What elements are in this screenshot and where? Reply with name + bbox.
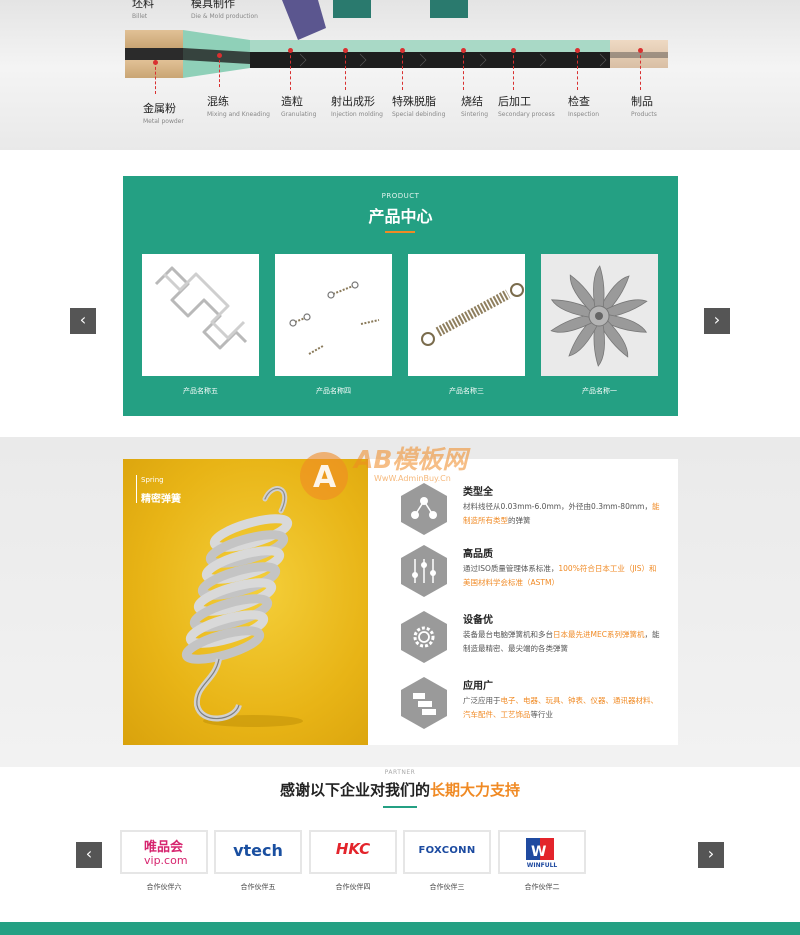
partner-name-5[interactable]: 合作伙伴五: [214, 882, 302, 892]
partners-next-button[interactable]: ›: [698, 842, 724, 868]
partners-section: PARTNER 感谢以下企业对我们的长期大力支持 ‹ › 唯品会 vip.com…: [0, 767, 800, 922]
product-card-4[interactable]: [275, 254, 392, 376]
partner-name-2[interactable]: 合作伙伴二: [498, 882, 586, 892]
process-step-products: 制品 Products: [631, 95, 657, 118]
footer-strip: [0, 922, 800, 935]
feature-applications-desc: 广泛应用于电子、电器、玩具、钟表、仪器、通讯器材料、汽车配件、工艺饰品等行业: [463, 696, 658, 719]
process-step-metal-powder: 金属粉 Metal powder: [143, 102, 184, 125]
products-title: 产品中心: [368, 207, 433, 226]
process-step-granulating: 造粒 Granulating: [281, 95, 317, 118]
feature-equipment-title: 设备优: [463, 615, 493, 626]
feature-equipment-desc: 装备最台电脑弹簧机和多台日本最先进MEC系列弹簧机，能制造最精密、最尖端的各类弹…: [463, 630, 660, 653]
product-card-1[interactable]: [541, 254, 658, 376]
partners-prev-button[interactable]: ‹: [76, 842, 102, 868]
blocks-icon: [401, 677, 447, 729]
product-card-5[interactable]: [142, 254, 259, 376]
feature-types-title: 类型全: [463, 487, 493, 498]
product-name-5[interactable]: 产品名称五: [142, 386, 259, 396]
sliders-icon: [401, 545, 447, 597]
spring-banner-en: Spring: [141, 476, 164, 484]
top-label-mold: 模具制作 Die & Mold production: [191, 0, 258, 20]
small-springs-image: [289, 281, 380, 355]
feature-quality-desc: 通过ISO质量管理体系标准，100%符合日本工业（JIS）和美国材料学会标准（A…: [463, 564, 657, 587]
network-icon: [401, 483, 447, 535]
product-card-3[interactable]: [408, 254, 525, 376]
svg-text:W: W: [531, 844, 546, 860]
feature-applications-title: 应用广: [463, 681, 493, 692]
process-step-injection: 射出成形 Injection molding: [331, 95, 383, 118]
product-name-1[interactable]: 产品名称一: [541, 386, 658, 396]
process-banner: 坯料 Billet 模具制作 Die & Mold production 金属粉…: [0, 0, 800, 150]
spring-banner: Spring 精密弹簧: [123, 459, 368, 745]
process-flow-graphic: [125, 0, 668, 78]
products-panel: PRODUCT 产品中心 产品名称五 产品名称四 产品名称三 产品名称一: [123, 176, 678, 416]
partner-logo-foxconn[interactable]: FOXCONN: [403, 830, 491, 874]
features-panel: Spring 精密弹簧 类型全 材料线径从0.03mm-6.0mm，外径由0.3…: [123, 459, 678, 745]
process-step-debinding: 特殊脱脂 Special debinding: [392, 95, 446, 118]
products-title-underline: [385, 231, 415, 233]
top-label-billet: 坯料 Billet: [132, 0, 154, 20]
spring-banner-cn: 精密弹簧: [141, 494, 181, 505]
features-section: Spring 精密弹簧 类型全 材料线径从0.03mm-6.0mm，外径由0.3…: [0, 437, 800, 767]
gear-icon: [401, 611, 447, 663]
feature-quality-title: 高品质: [463, 549, 493, 560]
turbine-wheel-image: [550, 265, 648, 367]
products-section: PRODUCT 产品中心 产品名称五 产品名称四 产品名称三 产品名称一 ‹ ›: [0, 150, 800, 437]
extension-spring-image: [421, 283, 524, 346]
zigzag-wire-image: [154, 266, 248, 350]
partner-name-4[interactable]: 合作伙伴四: [309, 882, 397, 892]
product-name-4[interactable]: 产品名称四: [275, 386, 392, 396]
process-step-inspection: 检查 Inspection: [568, 95, 599, 118]
partners-subtitle: PARTNER: [384, 769, 416, 776]
products-subtitle: PRODUCT: [381, 192, 420, 200]
partner-logo-vip[interactable]: 唯品会 vip.com: [120, 830, 208, 874]
product-name-3[interactable]: 产品名称三: [408, 386, 525, 396]
partners-title-underline: [383, 806, 417, 808]
partners-title: 感谢以下企业对我们的长期大力支持: [279, 781, 521, 799]
products-next-button[interactable]: ›: [704, 308, 730, 334]
partner-name-6[interactable]: 合作伙伴六: [120, 882, 208, 892]
feature-types-desc: 材料线径从0.03mm-6.0mm，外径由0.3mm-80mm，能制造所有类型的…: [463, 502, 660, 525]
partner-logo-winfull[interactable]: W WINFULL: [498, 830, 586, 874]
products-prev-button[interactable]: ‹: [70, 308, 96, 334]
process-step-sintering: 烧结 Sintering: [461, 95, 489, 118]
process-step-mixing: 混练 Mixing and Kneading: [207, 95, 270, 118]
partner-logo-vtech[interactable]: vtech: [214, 830, 302, 874]
process-step-secondary: 后加工 Secondary process: [498, 95, 555, 118]
partner-name-3[interactable]: 合作伙伴三: [403, 882, 491, 892]
partner-logo-hkc[interactable]: HKC: [309, 830, 397, 874]
